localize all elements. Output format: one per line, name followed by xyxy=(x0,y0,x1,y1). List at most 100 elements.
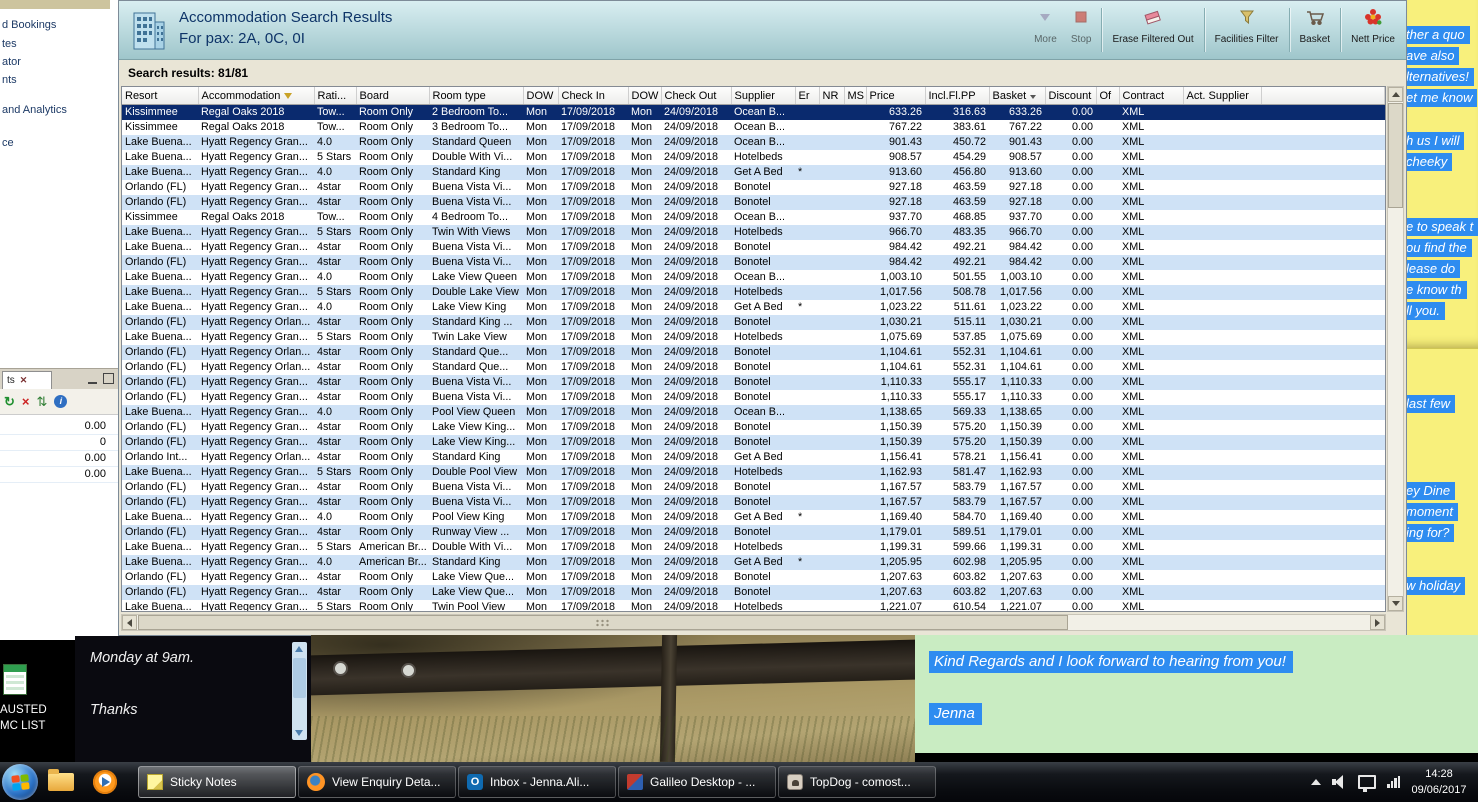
scroll-left-icon[interactable] xyxy=(122,615,137,630)
taskbar-clock[interactable]: 14:28 09/06/2017 xyxy=(1404,766,1474,798)
selected-menu-strip[interactable] xyxy=(0,0,110,9)
network-icon[interactable] xyxy=(1387,776,1400,788)
table-row[interactable]: Orlando (FL) Hyatt Regency Gran... 4star Ro… xyxy=(122,480,1385,495)
horizontal-scrollbar[interactable] xyxy=(121,614,1386,631)
taskbar-button-outlook[interactable]: Inbox - Jenna.Ali... xyxy=(458,766,616,798)
column-header-basket[interactable]: Basket xyxy=(989,87,1046,105)
refresh-icon[interactable]: ↻ xyxy=(4,395,15,408)
column-header-er[interactable]: Er xyxy=(795,87,820,105)
table-row[interactable]: Lake Buena... Hyatt Regency Gran... 4.0 Roo… xyxy=(122,405,1385,420)
table-row[interactable]: Lake Buena... Hyatt Regency Gran... 4.0 Roo… xyxy=(122,135,1385,150)
vertical-scroll-thumb[interactable] xyxy=(1388,103,1403,208)
media-player-button[interactable] xyxy=(88,762,122,802)
sort-icon[interactable] xyxy=(1030,94,1037,99)
vertical-scrollbar[interactable] xyxy=(1387,86,1404,612)
sticky-note-top[interactable]: ther a quo ave also lternatives! et me know… xyxy=(1407,0,1478,348)
table-row[interactable]: Lake Buena... Hyatt Regency Gran... 5 Star… xyxy=(122,465,1385,480)
table-row[interactable]: Orlando (FL) Hyatt Regency Gran... 4star Ro… xyxy=(122,390,1385,405)
column-header-nr[interactable]: NR xyxy=(819,87,845,105)
table-row[interactable]: Kissimmee Regal Oaks 2018 Tow... Room Only 3… xyxy=(122,120,1385,135)
scroll-down-icon[interactable] xyxy=(1388,596,1403,611)
column-header-contract[interactable]: Contract xyxy=(1119,87,1184,105)
column-header-of[interactable]: Of xyxy=(1096,87,1120,105)
column-header-room-type[interactable]: Room type xyxy=(429,87,524,105)
table-row[interactable]: Orlando (FL) Hyatt Regency Orlan... 4star R… xyxy=(122,360,1385,375)
table-row[interactable]: Orlando (FL) Hyatt Regency Gran... 4star Ro… xyxy=(122,435,1385,450)
sticky-note-bottom[interactable]: last few ey Dine moment ing for? w holiday xyxy=(1407,348,1478,635)
scroll-thumb[interactable] xyxy=(293,658,306,698)
table-row[interactable]: Lake Buena... Hyatt Regency Gran... 4.0 Roo… xyxy=(122,165,1385,180)
table-row[interactable]: Kissimmee Regal Oaks 2018 Tow... Room Only 4… xyxy=(122,210,1385,225)
column-header-dow[interactable]: DOW xyxy=(523,87,559,105)
facilities-filter-button[interactable]: Facilities Filter xyxy=(1208,3,1286,57)
column-header-dow[interactable]: DOW xyxy=(628,87,662,105)
table-row[interactable]: Orlando (FL) Hyatt Regency Gran... 4star Ro… xyxy=(122,525,1385,540)
column-header-price[interactable]: Price xyxy=(866,87,926,105)
column-header-check-in[interactable]: Check In xyxy=(558,87,629,105)
menu-item[interactable]: ce xyxy=(2,137,14,149)
taskbar-button-firefox[interactable]: View Enquiry Deta... xyxy=(298,766,456,798)
column-header-accommodation[interactable]: Accommodation xyxy=(198,87,315,105)
scroll-up-icon[interactable] xyxy=(1388,87,1403,102)
subpanel-tab[interactable]: ts ✕ xyxy=(2,371,52,389)
table-row[interactable]: Orlando (FL) Hyatt Regency Gran... 4star Ro… xyxy=(122,375,1385,390)
column-header-ms[interactable]: MS xyxy=(844,87,867,105)
taskbar-button-topdog[interactable]: TopDog - comost... xyxy=(778,766,936,798)
column-header-resort[interactable]: Resort xyxy=(122,87,199,105)
delete-icon[interactable]: × xyxy=(22,395,30,408)
table-row[interactable]: Lake Buena... Hyatt Regency Gran... 4.0 Roo… xyxy=(122,270,1385,285)
basket-button[interactable]: Basket xyxy=(1293,3,1338,57)
table-row[interactable]: Orlando (FL) Hyatt Regency Gran... 4star Ro… xyxy=(122,195,1385,210)
minimize-icon[interactable] xyxy=(88,373,97,384)
menu-item[interactable]: ator xyxy=(2,56,21,68)
table-row[interactable]: Orlando (FL) Hyatt Regency Gran... 4star Ro… xyxy=(122,255,1385,270)
table-row[interactable]: Lake Buena... Hyatt Regency Gran... 5 Star… xyxy=(122,600,1385,611)
table-row[interactable]: Lake Buena... Hyatt Regency Gran... 5 Star… xyxy=(122,225,1385,240)
menu-item[interactable]: tes xyxy=(2,38,17,50)
table-row[interactable]: Lake Buena... Hyatt Regency Gran... 5 Star… xyxy=(122,540,1385,555)
display-icon[interactable] xyxy=(1358,775,1376,792)
table-row[interactable]: Orlando (FL) Hyatt Regency Orlan... 4star R… xyxy=(122,315,1385,330)
table-row[interactable]: Orlando (FL) Hyatt Regency Gran... 4star Ro… xyxy=(122,585,1385,600)
close-icon[interactable]: ✕ xyxy=(20,375,28,386)
taskbar-button-galileo[interactable]: Galileo Desktop - ... xyxy=(618,766,776,798)
table-row[interactable]: Lake Buena... Hyatt Regency Gran... 4.0 Roo… xyxy=(122,300,1385,315)
table-row[interactable]: Lake Buena... Hyatt Regency Gran... 4.0 Roo… xyxy=(122,510,1385,525)
column-header-board[interactable]: Board xyxy=(356,87,430,105)
taskbar-button-sticky-notes[interactable]: Sticky Notes xyxy=(138,766,296,798)
column-header-supplier[interactable]: Supplier xyxy=(731,87,796,105)
scroll-up-icon[interactable] xyxy=(295,646,303,652)
dark-sticky-note[interactable]: Monday at 9am. Thanks xyxy=(75,636,311,762)
table-row[interactable]: Lake Buena... Hyatt Regency Gran... 5 Star… xyxy=(122,285,1385,300)
spreadsheet-shortcut-icon[interactable] xyxy=(3,664,27,695)
table-row[interactable]: Orlando (FL) Hyatt Regency Orlan... 4star R… xyxy=(122,345,1385,360)
column-header-incl-fl-pp[interactable]: Incl.Fl.PP xyxy=(925,87,990,105)
start-button[interactable] xyxy=(2,764,38,800)
table-row[interactable]: Lake Buena... Hyatt Regency Gran... 5 Star… xyxy=(122,150,1385,165)
table-row[interactable]: Kissimmee Regal Oaks 2018 Tow... Room Only 2… xyxy=(122,104,1385,120)
scroll-down-icon[interactable] xyxy=(295,730,303,736)
column-header-act-supplier[interactable]: Act. Supplier xyxy=(1183,87,1262,105)
table-row[interactable]: Lake Buena... Hyatt Regency Gran... 5 Star… xyxy=(122,330,1385,345)
nett-price-button[interactable]: Nett Price xyxy=(1344,3,1402,57)
stop-button[interactable]: Stop xyxy=(1064,3,1099,57)
column-header-rati-[interactable]: Rati... xyxy=(314,87,357,105)
transfer-icon[interactable]: ⇅ xyxy=(37,395,48,408)
table-row[interactable]: Orlando (FL) Hyatt Regency Gran... 4star Ro… xyxy=(122,570,1385,585)
menu-item[interactable]: d Bookings xyxy=(2,19,56,31)
table-row[interactable]: Lake Buena... Hyatt Regency Gran... 4star R… xyxy=(122,240,1385,255)
scroll-right-icon[interactable] xyxy=(1370,615,1385,630)
column-header-check-out[interactable]: Check Out xyxy=(661,87,732,105)
erase-filtered-button[interactable]: Erase Filtered Out xyxy=(1105,3,1200,57)
table-row[interactable]: Orlando (FL) Hyatt Regency Gran... 4star Ro… xyxy=(122,420,1385,435)
note-scrollbar[interactable] xyxy=(292,642,307,740)
volume-icon[interactable] xyxy=(1332,775,1347,789)
more-button[interactable]: More xyxy=(1027,3,1064,57)
table-row[interactable]: Orlando (FL) Hyatt Regency Gran... 4star Ro… xyxy=(122,495,1385,510)
float-icon[interactable] xyxy=(103,373,114,384)
horizontal-scroll-thumb[interactable] xyxy=(138,615,1068,630)
info-icon[interactable]: i xyxy=(54,395,68,408)
hidden-icons-chevron-icon[interactable] xyxy=(1311,779,1321,785)
green-sticky-note[interactable]: Kind Regards and I look forward to heari… xyxy=(915,635,1478,753)
menu-item[interactable]: nts xyxy=(2,74,17,86)
